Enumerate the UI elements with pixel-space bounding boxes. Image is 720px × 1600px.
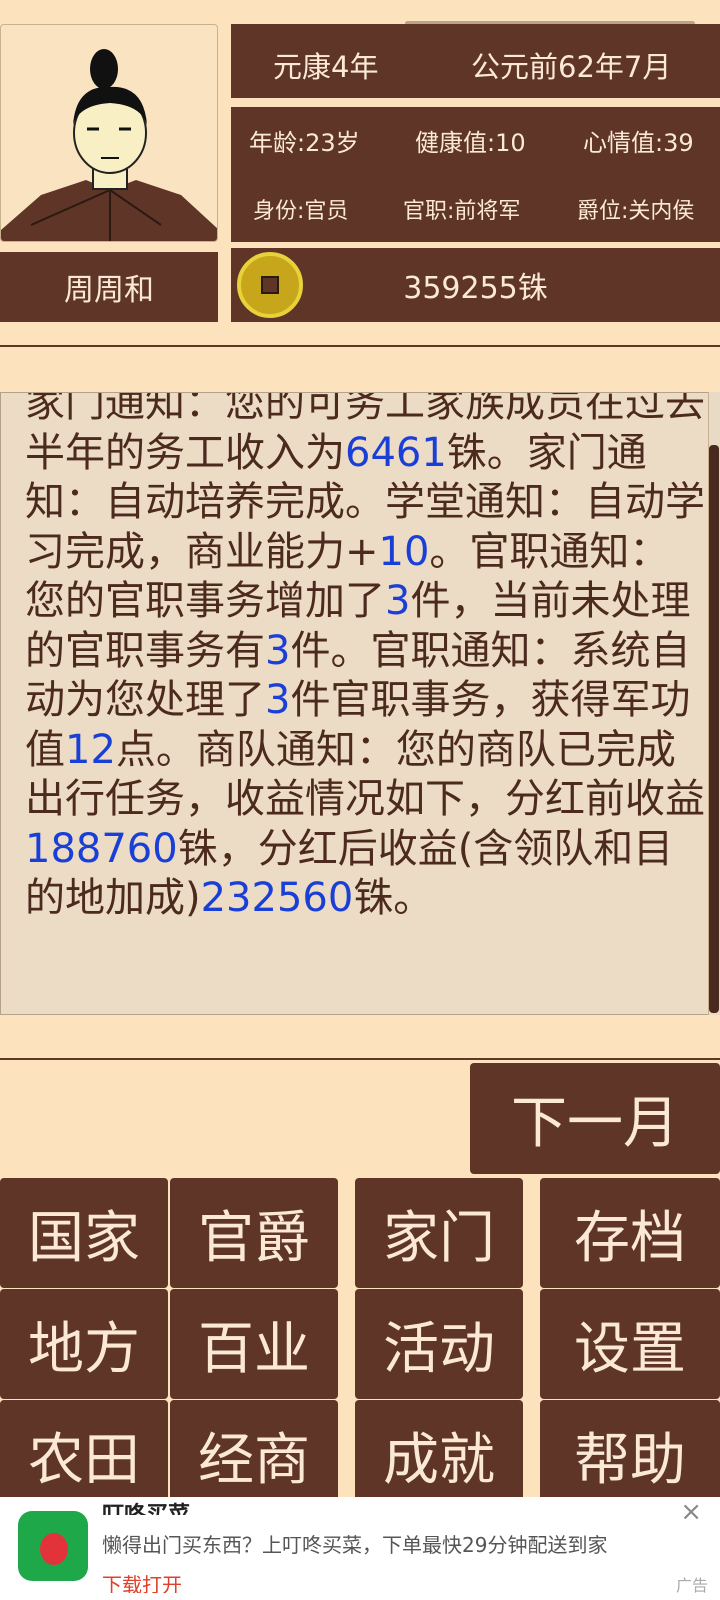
- log-scrollbar-thumb[interactable]: [709, 445, 719, 1013]
- character-avatar-icon: [1, 49, 217, 241]
- log-text: 件。: [290, 627, 371, 674]
- log-number: 6461: [345, 429, 447, 476]
- log-text: 铢。: [446, 429, 527, 476]
- character-portrait[interactable]: [0, 24, 218, 242]
- menu-button-9[interactable]: 经商: [170, 1400, 338, 1510]
- ad-title: 叮咚买菜: [102, 1497, 190, 1515]
- app-icon[interactable]: [18, 1511, 88, 1581]
- ad-tag: 广告: [675, 1576, 708, 1595]
- age-label: 年龄:23岁: [249, 129, 360, 157]
- log-text: 点。: [115, 726, 196, 773]
- log-number: 12: [65, 726, 116, 773]
- money-value: 359255铢: [403, 271, 548, 306]
- mood-label: 心情值:39: [583, 129, 694, 157]
- era-label: 元康4年: [273, 50, 379, 84]
- menu-button-4[interactable]: 地方: [0, 1289, 168, 1399]
- log-number: 188760: [25, 825, 178, 872]
- notification-log[interactable]: 家门通知：您的可务工家族成员在过去半年的务工收入为6461铢。家门通知：自动培养…: [0, 392, 716, 1015]
- ad-download-link[interactable]: 下载打开: [102, 1569, 182, 1593]
- log-text: 。: [429, 528, 470, 575]
- next-month-button[interactable]: 下一月: [470, 1063, 720, 1174]
- menu-button-10[interactable]: 成就: [355, 1400, 523, 1510]
- stats-panel: 年龄:23岁 健康值:10 心情值:39 身份:官员 官职:前将军 爵位:关内侯: [231, 107, 720, 242]
- menu-button-5[interactable]: 百业: [170, 1289, 338, 1399]
- divider: [0, 345, 720, 347]
- menu-button-7[interactable]: 设置: [540, 1289, 720, 1399]
- date-label: 公元前62年7月: [471, 50, 672, 84]
- character-name[interactable]: 周周和: [0, 252, 218, 322]
- office-label: 官职:前将军: [403, 199, 521, 224]
- money-panel: 359255铢: [231, 248, 720, 322]
- ad-banner[interactable]: 叮咚买菜 懒得出门买东西？上叮咚买菜，下单最快29分钟配送到家 下载打开 × 广…: [0, 1497, 720, 1600]
- log-number: 10: [378, 528, 430, 575]
- notification-log-text: 家门通知：您的可务工家族成员在过去半年的务工收入为6461铢。家门通知：自动培养…: [25, 392, 705, 924]
- log-number: 232560: [200, 875, 354, 921]
- log-text: 家门通知：您的可务工家族成员在: [25, 392, 625, 426]
- menu-button-6[interactable]: 活动: [355, 1289, 523, 1399]
- coin-icon: [237, 252, 303, 318]
- date-bar: 元康4年 公元前62年7月: [231, 24, 720, 98]
- log-number: 3: [385, 578, 411, 624]
- divider: [0, 1058, 720, 1060]
- rank-label: 爵位:关内侯: [577, 199, 695, 224]
- health-label: 健康值:10: [415, 129, 526, 157]
- log-number: 3: [265, 627, 291, 674]
- menu-button-8[interactable]: 农田: [0, 1400, 168, 1510]
- menu-button-2[interactable]: 家门: [355, 1178, 523, 1288]
- menu-button-11[interactable]: 帮助: [540, 1400, 720, 1510]
- menu-button-3[interactable]: 存档: [540, 1178, 720, 1288]
- ad-description: 懒得出门买东西？上叮咚买菜，下单最快29分钟配送到家: [102, 1533, 608, 1557]
- log-text: 铢。: [353, 875, 434, 921]
- log-number: 3: [265, 677, 291, 723]
- close-icon[interactable]: ×: [680, 1497, 702, 1527]
- identity-label: 身份:官员: [253, 199, 349, 224]
- menu-button-0[interactable]: 国家: [0, 1178, 168, 1288]
- menu-button-1[interactable]: 官爵: [170, 1178, 338, 1288]
